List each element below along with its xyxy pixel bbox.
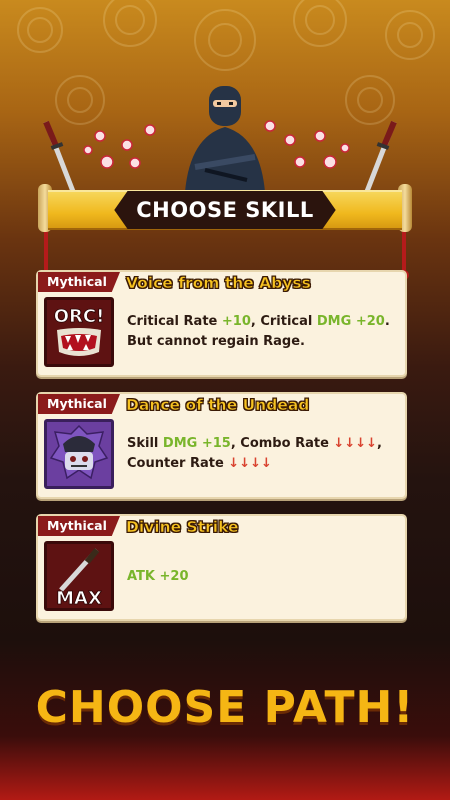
orc-icon-text: ORC! bbox=[54, 306, 105, 327]
max-icon-text: MAX bbox=[56, 588, 102, 608]
choose-skill-banner: CHOOSE SKILL bbox=[30, 180, 420, 280]
banner-title: CHOOSE SKILL bbox=[114, 191, 336, 229]
orc-mask-icon: ORC! bbox=[44, 297, 114, 367]
skill-card-divine-strike[interactable]: Mythical Divine Strike MAX ATK +20 bbox=[36, 514, 407, 621]
skill-description: Skill DMG +15, Combo Rate ↓↓↓↓, Counter … bbox=[127, 436, 382, 471]
rarity-tag: Mythical bbox=[38, 516, 120, 536]
skill-card-dance-of-the-undead[interactable]: Mythical Dance of the Undead Skill DMG +… bbox=[36, 392, 407, 499]
skill-name: Voice from the Abyss bbox=[126, 274, 311, 293]
rarity-tag: Mythical bbox=[38, 394, 120, 414]
skill-description: Critical Rate +10, Critical DMG +20. But… bbox=[127, 314, 390, 349]
ninja-character bbox=[185, 86, 265, 192]
banner-scroll: CHOOSE SKILL bbox=[48, 190, 402, 230]
skill-name: Divine Strike bbox=[126, 518, 239, 537]
skill-description: ATK +20 bbox=[127, 569, 189, 584]
skill-name: Dance of the Undead bbox=[126, 396, 310, 415]
katana-max-icon: MAX bbox=[44, 541, 114, 611]
skill-card-voice-from-the-abyss[interactable]: Mythical Voice from the Abyss ORC! Criti… bbox=[36, 270, 407, 377]
rarity-tag: Mythical bbox=[38, 272, 120, 292]
choose-path-heading: CHOOSE PATH! bbox=[35, 682, 415, 733]
undead-samurai-icon bbox=[44, 419, 114, 489]
